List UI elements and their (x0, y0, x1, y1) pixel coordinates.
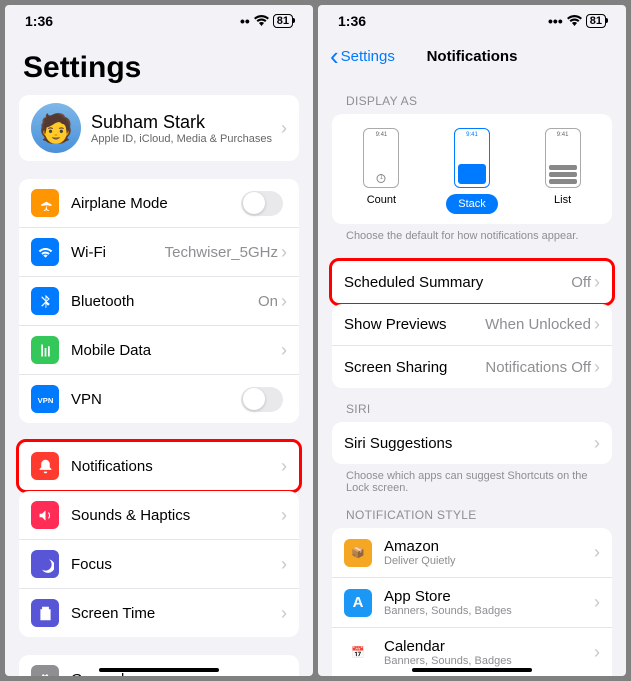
settings-row-mobile-data[interactable]: Mobile Data› (19, 326, 299, 375)
toggle[interactable] (241, 387, 283, 412)
profile-sub: Apple ID, iCloud, Media & Purchases (91, 133, 281, 145)
app-icon: A (344, 589, 372, 617)
settings-row-wi-fi[interactable]: Wi-FiTechwiser_5GHz› (19, 228, 299, 277)
chevron-right-icon: › (594, 314, 600, 335)
status-time: 1:36 (25, 13, 53, 29)
section-display-as: DISPLAY AS (318, 80, 626, 114)
chevron-right-icon: › (281, 603, 287, 624)
general-group: General›Control Centre›AADisplay & Brigh… (19, 655, 299, 676)
chevron-right-icon: › (281, 554, 287, 575)
app-row-app-store[interactable]: AApp StoreBanners, Sounds, Badges› (332, 578, 612, 628)
row-icon (31, 287, 59, 315)
settings-row-general[interactable]: General› (19, 655, 299, 676)
chevron-right-icon: › (281, 456, 287, 477)
chevron-right-icon: › (594, 592, 600, 613)
preview-group: Show PreviewsWhen Unlocked›Screen Sharin… (332, 304, 612, 388)
display-list[interactable]: 9:41 List (545, 128, 581, 214)
settings-row-screen-time[interactable]: Screen Time› (19, 589, 299, 637)
home-indicator[interactable] (412, 668, 532, 672)
cellular-icon: •• (240, 13, 250, 29)
chevron-right-icon: › (281, 242, 287, 263)
display-stack[interactable]: 9:41 Stack (446, 128, 498, 214)
nav-title: Notifications (427, 48, 518, 65)
chevron-right-icon: › (281, 669, 287, 677)
profile-name: Subham Stark (91, 112, 281, 133)
section-siri: SIRI (318, 388, 626, 422)
app-icon: 📅 (344, 639, 372, 667)
settings-screen: 1:36 •• 81 Settings 🧑 Subham Stark Apple… (5, 5, 313, 676)
highlight: Notifications› (16, 439, 302, 493)
status-right: •• 81 (240, 13, 293, 29)
home-indicator[interactable] (99, 668, 219, 672)
connectivity-group: Airplane ModeWi-FiTechwiser_5GHz›Bluetoo… (19, 179, 299, 423)
chevron-right-icon: › (281, 505, 287, 526)
notif-group: Sounds & Haptics›Focus›Screen Time› (19, 491, 299, 637)
app-row-amazon[interactable]: 📦AmazonDeliver Quietly› (332, 528, 612, 578)
status-bar: 1:36 •• 81 (5, 5, 313, 33)
row-icon (31, 599, 59, 627)
section-notification-style: NOTIFICATION STYLE (318, 494, 626, 528)
row-screen-sharing[interactable]: Screen SharingNotifications Off› (332, 346, 612, 388)
chevron-right-icon: › (594, 433, 600, 454)
row-icon (31, 238, 59, 266)
apps-group: 📦AmazonDeliver Quietly›AApp StoreBanners… (332, 528, 612, 676)
chevron-right-icon: › (594, 542, 600, 563)
nav-bar: Settings Notifications (318, 33, 626, 80)
svg-text:VPN: VPN (37, 395, 53, 404)
settings-row-airplane-mode[interactable]: Airplane Mode (19, 179, 299, 228)
chevron-right-icon: › (281, 291, 287, 312)
chevron-right-icon: › (594, 357, 600, 378)
row-icon (31, 550, 59, 578)
display-as-card: 9:411 Count 9:41 Stack 9:41 List (332, 114, 612, 224)
battery-icon: 81 (586, 14, 606, 28)
wifi-icon (254, 13, 269, 29)
row-icon (31, 189, 59, 217)
status-time: 1:36 (338, 13, 366, 29)
cellular-icon: ••• (548, 13, 563, 29)
page-title: Settings (5, 33, 313, 95)
row-icon (31, 501, 59, 529)
settings-row-focus[interactable]: Focus› (19, 540, 299, 589)
highlight: Scheduled SummaryOff› (329, 258, 615, 306)
wifi-icon (567, 13, 582, 29)
battery-icon: 81 (273, 14, 293, 28)
row-icon (31, 665, 59, 676)
settings-row-sounds-haptics[interactable]: Sounds & Haptics› (19, 491, 299, 540)
display-note: Choose the default for how notifications… (318, 224, 626, 242)
notifications-screen: 1:36 ••• 81 Settings Notifications DISPL… (318, 5, 626, 676)
siri-group: Siri Suggestions › (332, 422, 612, 464)
status-bar: 1:36 ••• 81 (318, 5, 626, 33)
settings-row-notifications[interactable]: Notifications› (19, 442, 299, 490)
status-right: ••• 81 (548, 13, 606, 29)
app-icon: 📦 (344, 539, 372, 567)
profile-card[interactable]: 🧑 Subham Stark Apple ID, iCloud, Media &… (19, 95, 299, 161)
chevron-right-icon: › (281, 118, 287, 139)
row-show-previews[interactable]: Show PreviewsWhen Unlocked› (332, 304, 612, 346)
row-scheduled-summary[interactable]: Scheduled SummaryOff› (332, 261, 612, 303)
settings-row-vpn[interactable]: VPNVPN (19, 375, 299, 423)
settings-row-bluetooth[interactable]: BluetoothOn› (19, 277, 299, 326)
row-icon (31, 336, 59, 364)
back-button[interactable]: Settings (330, 41, 395, 72)
chevron-right-icon: › (281, 340, 287, 361)
display-count[interactable]: 9:411 Count (363, 128, 399, 214)
toggle[interactable] (241, 191, 283, 216)
siri-suggestions-row[interactable]: Siri Suggestions › (332, 422, 612, 464)
chevron-right-icon: › (594, 642, 600, 663)
avatar: 🧑 (31, 103, 81, 153)
siri-note: Choose which apps can suggest Shortcuts … (318, 464, 626, 494)
row-icon: VPN (31, 385, 59, 413)
chevron-right-icon: › (594, 272, 600, 293)
row-icon (31, 452, 59, 480)
